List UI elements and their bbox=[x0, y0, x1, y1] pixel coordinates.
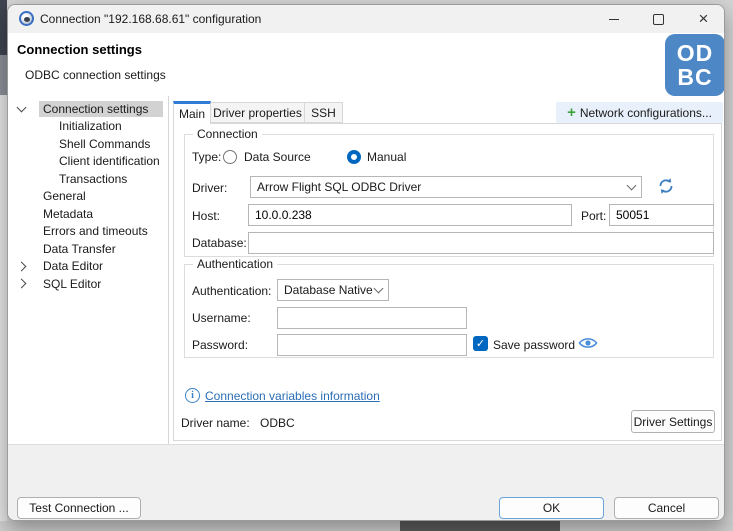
connection-configuration-dialog: Connection "192.168.68.61" configuration… bbox=[7, 4, 725, 521]
chevron-down-icon bbox=[374, 284, 384, 294]
authentication-group-legend: Authentication bbox=[193, 257, 277, 271]
authentication-combo[interactable]: Database Native bbox=[277, 279, 389, 301]
username-input[interactable] bbox=[277, 307, 467, 329]
ok-button[interactable]: OK bbox=[499, 497, 604, 519]
close-icon bbox=[699, 5, 709, 33]
sidebar-item-general[interactable]: General bbox=[9, 188, 167, 206]
sidebar-item-connection-settings[interactable]: Connection settings bbox=[9, 100, 167, 118]
tab-driver-properties[interactable]: Driver properties bbox=[210, 102, 305, 123]
connection-group-legend: Connection bbox=[193, 127, 262, 141]
chevron-down-icon[interactable] bbox=[9, 107, 39, 111]
chevron-down-icon bbox=[627, 181, 637, 191]
refresh-driver-icon[interactable] bbox=[657, 177, 675, 195]
driver-label: Driver: bbox=[192, 181, 227, 195]
maximize-icon bbox=[653, 14, 664, 25]
radio-manual-label[interactable]: Manual bbox=[367, 150, 406, 164]
authentication-group: Authentication Authentication: Database … bbox=[184, 264, 714, 358]
database-input[interactable] bbox=[248, 232, 714, 254]
sidebar-item-shell-commands[interactable]: Shell Commands bbox=[9, 135, 167, 153]
background-window-edge-top bbox=[0, 0, 7, 55]
test-connection-button[interactable]: Test Connection ... bbox=[17, 497, 141, 519]
radio-data-source-label[interactable]: Data Source bbox=[244, 150, 311, 164]
authentication-label: Authentication: bbox=[192, 284, 271, 298]
tab-main[interactable]: Main bbox=[173, 101, 211, 124]
driver-combo[interactable]: Arrow Flight SQL ODBC Driver bbox=[250, 176, 642, 198]
driver-name-label: Driver name: bbox=[181, 416, 250, 430]
connection-group: Connection Type: Data Source Manual Driv… bbox=[184, 134, 714, 257]
cancel-button[interactable]: Cancel bbox=[614, 497, 719, 519]
tab-ssh[interactable]: SSH bbox=[304, 102, 343, 123]
network-configurations-button[interactable]: + Network configurations... bbox=[556, 102, 723, 123]
sidebar-item-client-identification[interactable]: Client identification bbox=[9, 153, 167, 171]
odbc-logo-line2: BC bbox=[665, 65, 725, 89]
radio-data-source[interactable] bbox=[223, 150, 237, 164]
page-subtitle: ODBC connection settings bbox=[25, 68, 166, 82]
save-password-label[interactable]: Save password bbox=[493, 338, 575, 352]
chevron-right-icon[interactable] bbox=[9, 280, 39, 287]
port-label: Port: bbox=[581, 209, 606, 223]
save-password-checkbox[interactable] bbox=[473, 336, 488, 351]
background-bottom-dark-strip bbox=[400, 521, 560, 531]
database-label: Database: bbox=[192, 236, 247, 250]
sidebar-item-initialization[interactable]: Initialization bbox=[9, 118, 167, 136]
dialog-footer: Test Connection ... OK Cancel bbox=[8, 444, 725, 521]
sidebar-item-metadata[interactable]: Metadata bbox=[9, 205, 167, 223]
radio-manual[interactable] bbox=[347, 150, 361, 164]
background-window-edge-low bbox=[0, 95, 7, 521]
close-button[interactable] bbox=[681, 5, 725, 33]
show-password-eye-icon[interactable] bbox=[578, 336, 598, 350]
sidebar-item-errors-and-timeouts[interactable]: Errors and timeouts bbox=[9, 223, 167, 241]
background-bottom-strip bbox=[0, 521, 733, 531]
password-input[interactable] bbox=[277, 334, 467, 356]
sidebar-item-data-transfer[interactable]: Data Transfer bbox=[9, 240, 167, 258]
maximize-button[interactable] bbox=[636, 5, 681, 33]
minimize-button[interactable] bbox=[591, 5, 636, 33]
type-label: Type: bbox=[192, 150, 221, 164]
info-icon bbox=[185, 388, 200, 403]
odbc-logo: OD BC bbox=[665, 34, 725, 96]
settings-tree: Connection settings Initialization Shell… bbox=[9, 100, 167, 293]
host-input[interactable] bbox=[248, 204, 572, 226]
port-input[interactable] bbox=[609, 204, 714, 226]
sidebar-divider bbox=[168, 96, 169, 444]
page-title: Connection settings bbox=[17, 42, 142, 57]
host-label: Host: bbox=[192, 209, 220, 223]
username-label: Username: bbox=[192, 311, 251, 325]
driver-settings-button[interactable]: Driver Settings bbox=[631, 410, 715, 433]
password-label: Password: bbox=[192, 338, 248, 352]
background-window-edge-mid bbox=[0, 55, 7, 95]
plus-icon: + bbox=[567, 105, 576, 120]
driver-name-value: ODBC bbox=[260, 416, 295, 430]
connection-variables-link[interactable]: Connection variables information bbox=[205, 389, 380, 403]
app-icon bbox=[19, 11, 34, 26]
network-configurations-label: Network configurations... bbox=[580, 106, 712, 120]
driver-combo-value: Arrow Flight SQL ODBC Driver bbox=[257, 180, 421, 194]
chevron-right-icon[interactable] bbox=[9, 263, 39, 270]
window-title: Connection "192.168.68.61" configuration bbox=[40, 5, 261, 33]
odbc-logo-line1: OD bbox=[665, 41, 725, 65]
minimize-icon bbox=[609, 19, 619, 20]
authentication-combo-value: Database Native bbox=[284, 283, 373, 297]
sidebar-item-data-editor[interactable]: Data Editor bbox=[9, 258, 167, 276]
title-bar[interactable]: Connection "192.168.68.61" configuration bbox=[8, 5, 725, 33]
sidebar-item-sql-editor[interactable]: SQL Editor bbox=[9, 275, 167, 293]
sidebar-item-transactions[interactable]: Transactions bbox=[9, 170, 167, 188]
